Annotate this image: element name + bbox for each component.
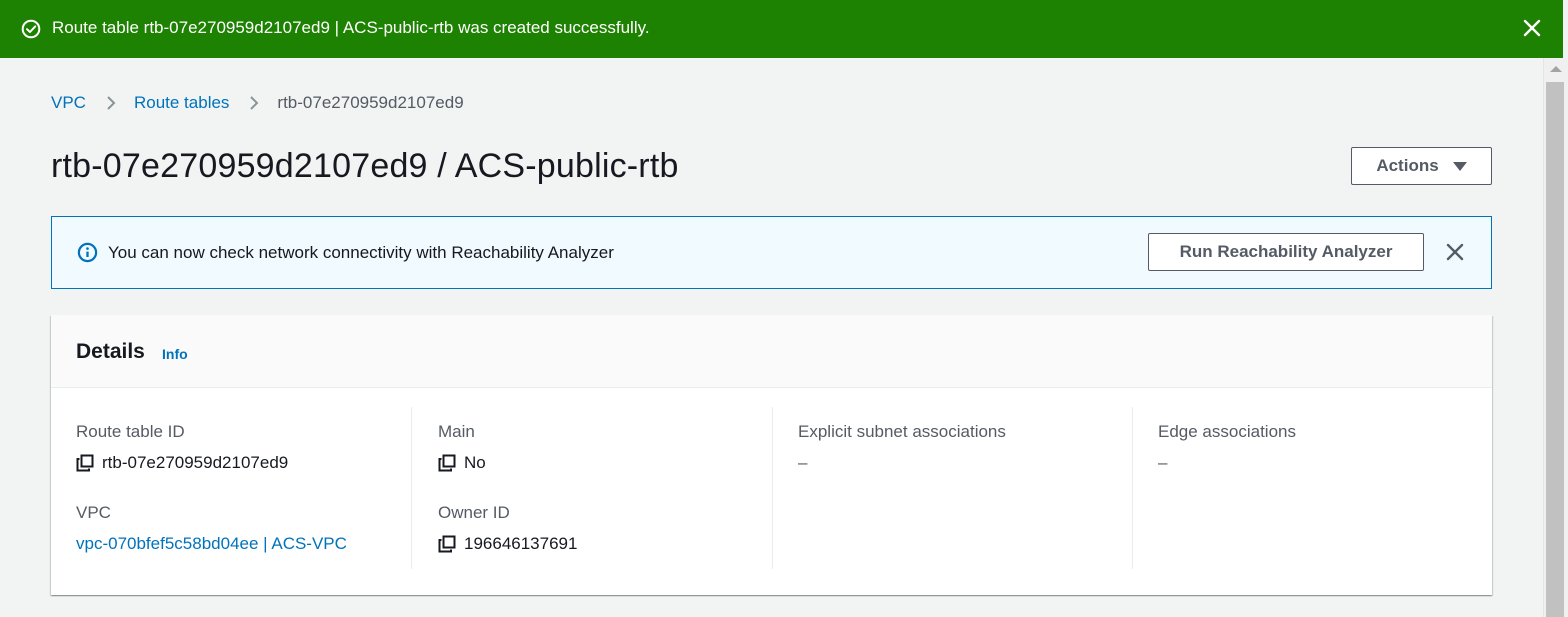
scroll-up-arrow-icon[interactable] xyxy=(1550,66,1562,72)
explicit-subnet-associations-label: Explicit subnet associations xyxy=(798,422,1006,441)
owner-id-label: Owner ID xyxy=(438,503,510,522)
details-panel: Details Info Route table ID rtb-07e27095… xyxy=(51,315,1492,595)
chevron-right-icon xyxy=(107,96,116,110)
alert-message: You can now check network connectivity w… xyxy=(108,243,614,262)
copy-icon[interactable] xyxy=(76,454,94,472)
close-icon[interactable] xyxy=(1521,17,1543,39)
route-table-id-label: Route table ID xyxy=(76,422,185,441)
owner-id-value: 196646137691 xyxy=(438,534,577,554)
check-circle-icon xyxy=(21,19,41,39)
breadcrumb-item-current: rtb-07e270959d2107ed9 xyxy=(277,93,464,112)
route-table-id-text: rtb-07e270959d2107ed9 xyxy=(102,453,289,472)
main-value: No xyxy=(438,453,486,473)
actions-button-label: Actions xyxy=(1376,156,1439,175)
route-table-id-value: rtb-07e270959d2107ed9 xyxy=(76,453,288,473)
vpc-label: VPC xyxy=(76,503,111,522)
column-divider xyxy=(1132,407,1133,569)
column-divider xyxy=(772,407,773,569)
caret-down-icon xyxy=(1452,161,1467,171)
vpc-link[interactable]: vpc-070bfef5c58bd04ee | ACS-VPC xyxy=(76,534,347,554)
breadcrumb-item-route-tables[interactable]: Route tables xyxy=(134,93,229,113)
main-label: Main xyxy=(438,422,475,441)
details-panel-header: Details Info xyxy=(51,315,1492,388)
reachability-info-alert: You can now check network connectivity w… xyxy=(51,216,1492,289)
explicit-subnet-associations-value: – xyxy=(798,453,808,472)
scrollbar-thumb[interactable] xyxy=(1546,82,1564,617)
info-circle-icon xyxy=(77,242,98,263)
vertical-scrollbar[interactable] xyxy=(1543,58,1568,617)
copy-icon[interactable] xyxy=(438,454,456,472)
details-title: Details xyxy=(76,340,145,363)
chevron-right-icon xyxy=(250,96,259,110)
column-divider xyxy=(411,407,412,569)
flash-message: Route table rtb-07e270959d2107ed9 | ACS-… xyxy=(52,18,650,37)
owner-id-text: 196646137691 xyxy=(464,534,578,553)
breadcrumb: VPC Route tables rtb-07e270959d2107ed9 xyxy=(51,92,464,114)
main-text: No xyxy=(464,453,486,472)
page-title: rtb-07e270959d2107ed9 / ACS-public-rtb xyxy=(51,147,679,185)
close-icon[interactable] xyxy=(1445,242,1465,262)
breadcrumb-item-vpc[interactable]: VPC xyxy=(51,93,86,113)
success-flash-bar: Route table rtb-07e270959d2107ed9 | ACS-… xyxy=(0,0,1563,58)
actions-dropdown-button[interactable]: Actions xyxy=(1351,147,1492,185)
copy-icon[interactable] xyxy=(438,535,456,553)
edge-associations-label: Edge associations xyxy=(1158,422,1296,441)
run-reachability-analyzer-button[interactable]: Run Reachability Analyzer xyxy=(1148,233,1424,271)
edge-associations-value: – xyxy=(1158,453,1168,472)
info-link[interactable]: Info xyxy=(162,346,188,362)
